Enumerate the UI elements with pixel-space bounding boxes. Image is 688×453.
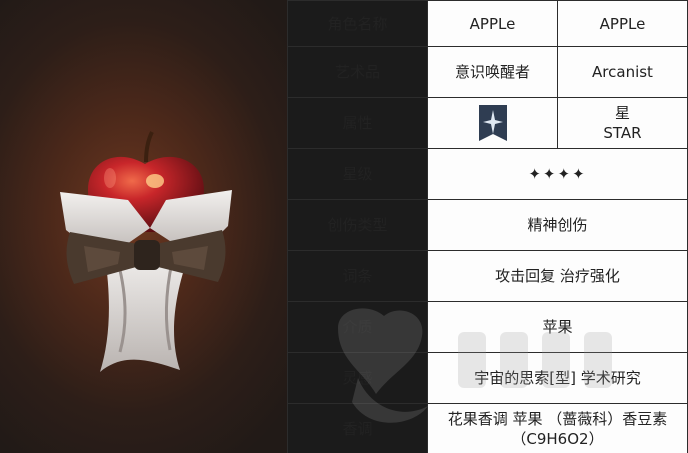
attribute-value: 星 STAR [557, 97, 688, 149]
table-row: 灵感 宇宙的思索[型] 学术研究 [287, 352, 688, 404]
row-label-medium: 介质 [287, 301, 428, 353]
rarity-stars: ✦✦✦✦ [427, 148, 688, 200]
tags-value: 攻击回复 治疗强化 [427, 250, 688, 302]
row-label-art: 艺术品 [287, 46, 428, 98]
row-label-name: 角色名称 [287, 0, 428, 47]
table-row: 香调 花果香调 苹果 （蔷薇科）香豆素 （C9H6O2） [287, 403, 688, 453]
name-value-en: APPLe [557, 0, 688, 47]
row-label-fragrance: 香调 [287, 403, 428, 453]
attribute-icon-cell [427, 97, 558, 149]
character-portrait [0, 0, 287, 453]
art-value-cn: 意识唤醒者 [427, 46, 558, 98]
table-row: 词条 攻击回复 治疗强化 [287, 250, 688, 302]
row-label-attribute: 属性 [287, 97, 428, 149]
star-attribute-icon [478, 105, 507, 141]
table-row: 角色名称 APPLe APPLe [287, 0, 688, 47]
attribute-value-en: STAR [603, 124, 642, 142]
table-row: 介质 苹果 [287, 301, 688, 353]
row-label-rarity: 星级 [287, 148, 428, 200]
fragrance-value: 花果香调 苹果 （蔷薇科）香豆素 （C9H6O2） [427, 403, 688, 453]
fragrance-value-line2: （C9H6O2） [511, 429, 604, 448]
table-row: 艺术品 意识唤醒者 Arcanist [287, 46, 688, 98]
table-row: 创伤类型 精神创伤 [287, 199, 688, 251]
apple-bowtie-illustration [60, 131, 232, 372]
fragrance-value-line1: 花果香调 苹果 （蔷薇科）香豆素 [447, 409, 668, 428]
inspiration-value: 宇宙的思索[型] 学术研究 [427, 352, 688, 404]
art-value-en: Arcanist [557, 46, 688, 98]
medium-value: 苹果 [427, 301, 688, 353]
table-row: 属性 星 STAR [287, 97, 688, 149]
row-label-tags: 词条 [287, 250, 428, 302]
name-value-cn: APPLe [427, 0, 558, 47]
row-label-damage-type: 创伤类型 [287, 199, 428, 251]
damage-type-value: 精神创伤 [427, 199, 688, 251]
table-row: 星级 ✦✦✦✦ [287, 148, 688, 200]
attribute-value-cn: 星 [614, 104, 630, 122]
row-label-inspiration: 灵感 [287, 352, 428, 404]
character-info-table: 角色名称 APPLe APPLe 艺术品 意识唤醒者 Arcanist 属性 星… [287, 0, 688, 453]
